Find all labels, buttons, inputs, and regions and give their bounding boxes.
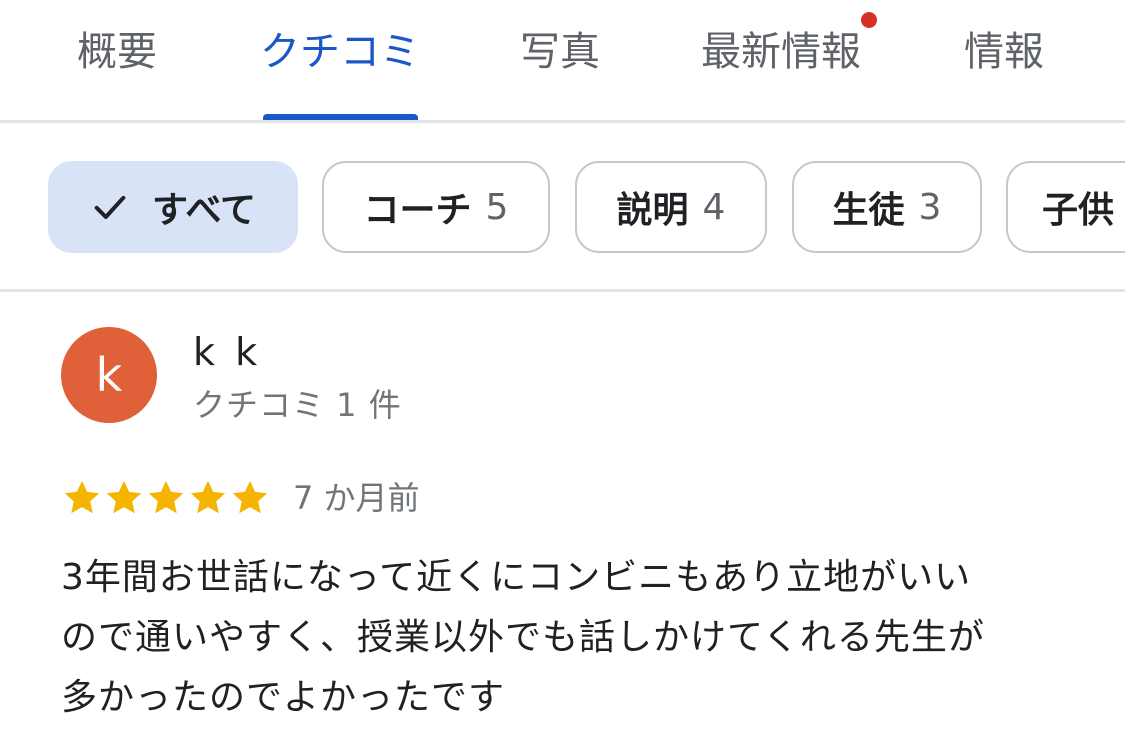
review-text-line: 3年間お世話になって近くにコンビニもあり立地がいい: [61, 557, 972, 598]
star-icon: [64, 480, 100, 514]
avatar-letter: k: [95, 348, 123, 402]
reviewer-name[interactable]: k k: [193, 330, 261, 374]
filter-chip-label: 説明: [616, 190, 689, 231]
reviewer-review-count: クチコミ 1 件: [193, 386, 402, 424]
review-text-line: 多かったのでよかったです: [61, 677, 506, 718]
star-rating: [61, 476, 271, 520]
tab-updates[interactable]: 最新情報: [701, 22, 861, 82]
filter-chip-all-label: すべて: [151, 190, 257, 231]
notification-dot: [861, 12, 877, 28]
star-icon: [190, 480, 226, 514]
review-date: 7 か月前: [293, 479, 420, 517]
filter-chip-label: 生徒: [832, 190, 905, 231]
tab-photos[interactable]: 写真: [520, 22, 600, 82]
filter-chip-label: 子供: [1042, 190, 1115, 231]
tab-overview[interactable]: 概要: [77, 22, 157, 82]
filter-chip-count: 4: [702, 186, 726, 228]
tab-info[interactable]: 情報: [964, 22, 1044, 82]
star-icon: [232, 480, 268, 514]
check-icon: [94, 195, 126, 219]
review-text-line: ので通いやすく、授業以外でも話しかけてくれる先生が: [61, 617, 985, 658]
star-icon: [106, 480, 142, 514]
avatar[interactable]: k: [61, 327, 157, 423]
chips-divider: [0, 289, 1125, 292]
tab-divider: [0, 120, 1125, 123]
filter-chip-children[interactable]: 子供: [1006, 161, 1125, 253]
tab-reviews[interactable]: クチコミ: [260, 22, 420, 82]
filter-chip-label: コーチ: [363, 190, 472, 231]
filter-chip-all[interactable]: すべて: [48, 161, 298, 253]
filter-chip-count: 5: [485, 186, 509, 228]
tab-bar: 概要 クチコミ 写真 最新情報 情報: [0, 0, 1125, 122]
review-text: 3年間お世話になって近くにコンビニもあり立地がいい ので通いやすく、授業以外でも…: [61, 548, 1071, 728]
filter-chip-count: 3: [918, 186, 942, 228]
filter-chip-coach[interactable]: コーチ 5: [322, 161, 550, 253]
filter-chip-students[interactable]: 生徒 3: [792, 161, 982, 253]
filter-chip-explanation[interactable]: 説明 4: [575, 161, 767, 253]
star-icon: [148, 480, 184, 514]
